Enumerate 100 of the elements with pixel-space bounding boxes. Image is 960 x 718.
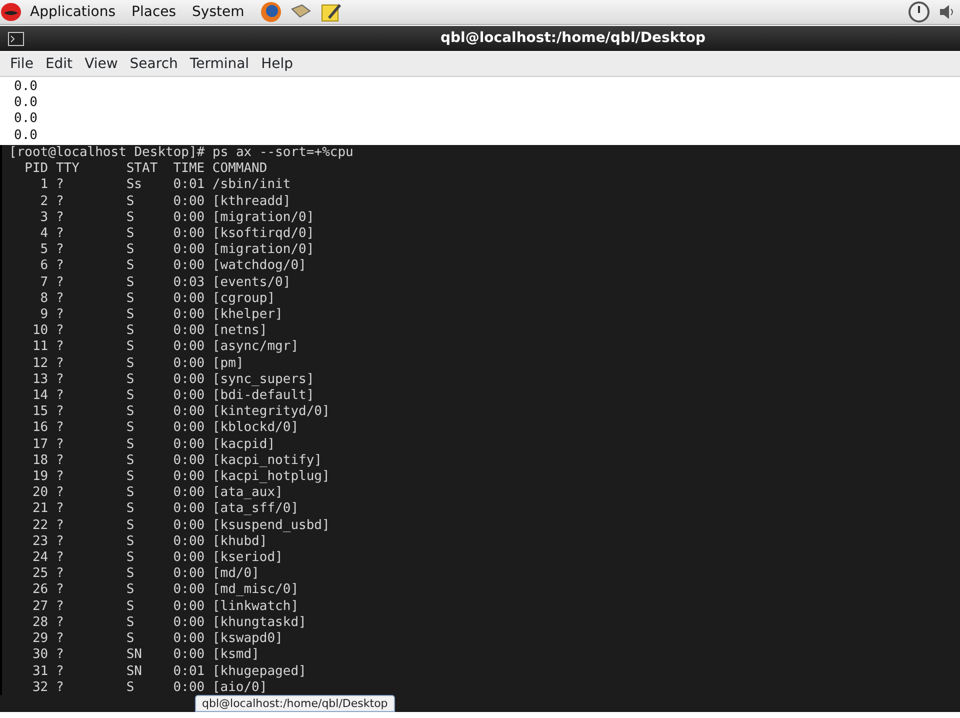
table-cell-text: 16: [31, 420, 48, 437]
table-cell-text: ?: [56, 388, 65, 404]
table-cell-text: 1: [39, 177, 48, 194]
table-cell-text: 15: [31, 404, 48, 420]
table-cell: [kacpid]: [212, 436, 276, 453]
table-cell-text: S: [126, 582, 136, 599]
table-cell-text: S: [126, 388, 136, 404]
column-header: STAT: [126, 161, 158, 178]
table-cell-text: ?: [56, 452, 65, 470]
table-cell-text: SN: [126, 664, 144, 680]
table-cell-text: 0:00: [172, 356, 205, 372]
command-line: [root@localhost Desktop]# ps ax --sort=+%cpu: [9, 145, 354, 162]
table-cell: [khugepaged]: [212, 664, 306, 680]
column-header: TIME: [172, 161, 205, 178]
column-header: COMMAND: [212, 161, 268, 178]
table-cell-text: 2: [39, 194, 48, 210]
table-cell-text: S: [126, 469, 136, 486]
table-cell: [kswapd0]: [212, 631, 283, 648]
window-title: qbl@localhost:/home/qbl/Desktop: [440, 30, 706, 46]
menu-item[interactable]: Help: [255, 54, 299, 74]
column-header: TTY: [56, 161, 80, 178]
note-pencil-icon[interactable]: [320, 1, 342, 23]
table-cell: [bdi-default]: [212, 388, 314, 404]
table-cell-text: 0:00: [172, 210, 205, 226]
panel-menu[interactable]: Applications: [22, 2, 124, 22]
table-cell-text: ?: [56, 307, 65, 324]
table-cell-text: 0:00: [172, 226, 205, 242]
table-cell-text: 21: [31, 501, 48, 518]
table-cell-text: ?: [56, 664, 65, 680]
table-cell-text: 0:00: [172, 534, 205, 550]
table-cell-text: S: [126, 226, 136, 242]
table-cell-text: 0:00: [172, 323, 205, 340]
table-cell-text: S: [126, 614, 136, 632]
table-cell: [async/mgr]: [212, 339, 299, 356]
table-cell-text: 31: [31, 664, 48, 680]
clock-icon[interactable]: [908, 1, 930, 23]
table-cell-text: 13: [31, 372, 48, 388]
menu-item[interactable]: File: [4, 54, 40, 74]
table-cell-text: ?: [56, 582, 65, 599]
output-line: 0.0: [14, 95, 38, 112]
table-cell-text: S: [126, 485, 136, 502]
table-cell: [kintegrityd/0]: [212, 404, 330, 420]
panel-menu[interactable]: System: [184, 2, 252, 22]
table-cell: [kthreadd]: [212, 194, 291, 210]
table-cell: [aio/0]: [212, 680, 268, 696]
table-cell-text: 9: [39, 307, 48, 324]
table-cell-text: ?: [56, 290, 65, 308]
table-cell-text: ?: [56, 469, 65, 486]
table-cell: [md_misc/0]: [212, 582, 299, 599]
menu-item[interactable]: Edit: [39, 54, 79, 74]
table-cell-text: S: [126, 550, 136, 566]
table-cell-text: S: [126, 680, 136, 696]
table-cell-text: 0:00: [172, 372, 205, 388]
table-cell-text: ?: [56, 242, 65, 258]
table-cell: [netns]: [212, 323, 268, 340]
table-cell-text: ?: [56, 485, 65, 502]
table-cell-text: ?: [56, 274, 65, 291]
table-cell-text: 18: [31, 452, 48, 470]
terminal-icon[interactable]: [8, 32, 24, 46]
table-cell-text: S: [126, 210, 136, 226]
table-cell-text: S: [126, 356, 136, 372]
table-cell-text: 30: [31, 647, 48, 664]
table-cell-text: S: [126, 339, 136, 356]
table-cell-text: 0:00: [172, 582, 205, 599]
table-cell: [kacpi_notify]: [212, 452, 322, 470]
table-cell-text: S: [126, 534, 136, 550]
table-cell-text: S: [126, 501, 136, 518]
menu-item[interactable]: View: [78, 54, 124, 74]
table-cell-text: 22: [31, 518, 48, 534]
table-cell-text: 0:00: [172, 290, 205, 308]
table-cell-text: S: [126, 290, 136, 308]
menu-item[interactable]: Search: [124, 54, 184, 74]
table-cell-text: S: [126, 631, 136, 648]
table-cell-text: 6: [39, 258, 48, 275]
speaker-icon[interactable]: [938, 2, 956, 22]
table-cell: [cgroup]: [212, 290, 276, 308]
table-cell-text: 0:00: [172, 680, 205, 696]
table-cell-text: ?: [56, 680, 65, 696]
table-cell-text: Ss: [126, 177, 144, 194]
table-cell-text: ?: [56, 226, 65, 242]
panel-menu[interactable]: Places: [124, 2, 184, 22]
table-cell: [migration/0]: [212, 210, 314, 226]
table-cell-text: 0:00: [172, 258, 205, 275]
table-cell-text: 0:00: [172, 436, 205, 453]
taskbar-window-button[interactable]: qbl@localhost:/home/qbl/Desktop: [195, 695, 395, 712]
table-cell-text: ?: [56, 339, 65, 356]
table-cell-text: ?: [56, 420, 65, 437]
table-cell-text: S: [126, 194, 136, 210]
table-cell-text: 12: [31, 356, 48, 372]
output-line: 0.0: [14, 111, 38, 128]
hat-icon[interactable]: [0, 2, 22, 22]
table-cell-text: 0:00: [172, 614, 205, 632]
table-cell: [ksuspend_usbd]: [212, 518, 330, 534]
table-cell-text: 0:01: [172, 664, 205, 680]
menu-item[interactable]: Terminal: [184, 54, 256, 74]
table-cell: [pm]: [212, 356, 244, 372]
table-cell-text: ?: [56, 258, 65, 275]
table-cell-text: S: [126, 323, 136, 340]
table-cell: [migration/0]: [212, 242, 314, 258]
table-cell-text: 0:00: [172, 339, 205, 356]
